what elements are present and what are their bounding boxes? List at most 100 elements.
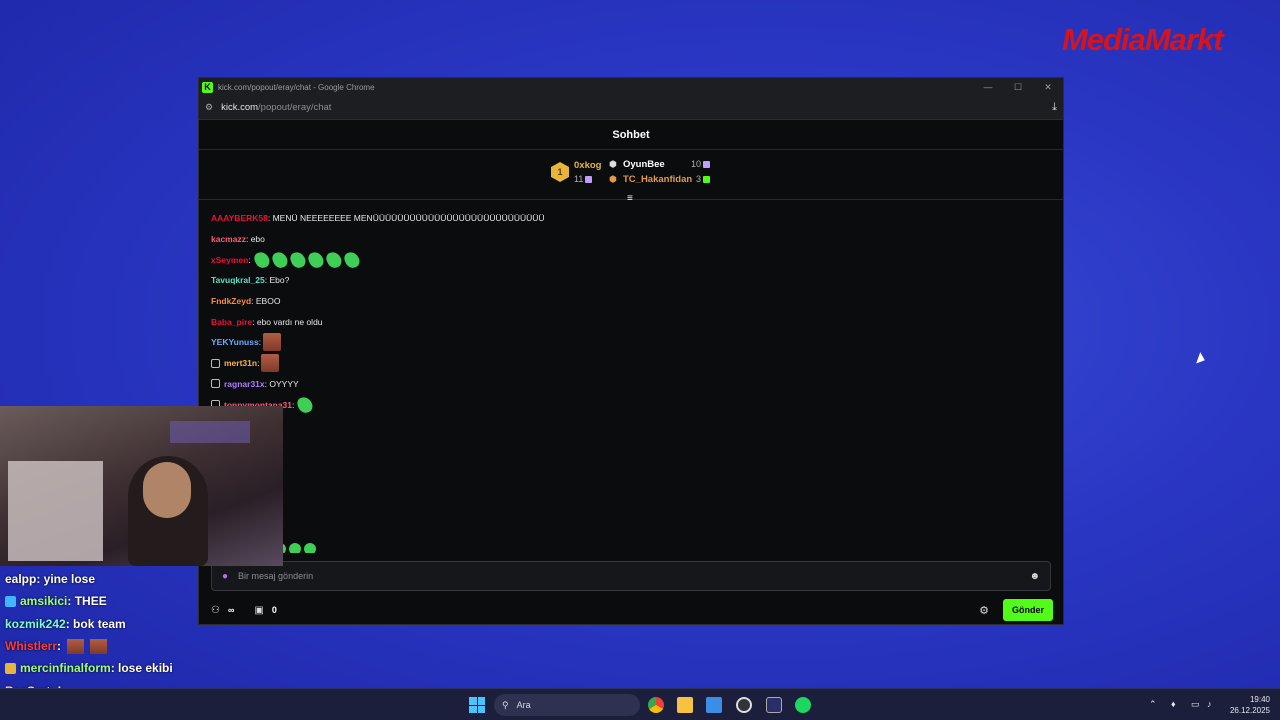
- search-label: Ara: [516, 700, 531, 710]
- overlay-chat-line: ealpp : yine lose: [0, 568, 260, 590]
- chat-username[interactable]: AAAYBERK58: [211, 213, 268, 223]
- chat-text: : ebo vardı ne oldu: [252, 316, 323, 327]
- face-emote-icon: [261, 354, 280, 373]
- chat-message: [211, 518, 1051, 539]
- chat-username[interactable]: kacmazz: [211, 234, 246, 244]
- leader-third-name[interactable]: TC_Hakanfidan: [623, 174, 692, 185]
- emoji-button-icon[interactable]: ☻: [1029, 571, 1040, 582]
- tray-expand-icon[interactable]: ⌃: [1149, 699, 1157, 710]
- windows-taskbar: ⚲ Ara ⌃ ♦ ▭ ♪ 19:40 26.12.2025: [0, 688, 1280, 720]
- gift-icon: [703, 161, 711, 169]
- chat-settings-icon[interactable]: ⚙: [979, 604, 989, 617]
- chat-username[interactable]: Tavuqkral_25: [211, 275, 265, 285]
- gift-icon: [585, 176, 593, 184]
- chat-message: YEKYunuss:: [211, 332, 1051, 353]
- overlay-chat-line: amsikici : THEE: [0, 590, 260, 612]
- chat-message: [211, 539, 1051, 553]
- second-place-icon: ⬢: [609, 159, 617, 169]
- pepe-emote-icon: [324, 249, 344, 270]
- send-button[interactable]: Gönder: [1002, 599, 1053, 621]
- leader-second-count: 10: [691, 159, 711, 169]
- chat-username[interactable]: mert31n: [224, 358, 257, 368]
- chrome-app-icon[interactable]: [648, 697, 664, 713]
- chat-username[interactable]: xSeymen: [211, 255, 248, 265]
- gift-icon: [703, 176, 711, 184]
- chat-text: :: [258, 337, 262, 348]
- browser-window: K kick.com/popout/eray/chat - Google Chr…: [198, 77, 1064, 625]
- address-bar[interactable]: ⚙ kick.com/popout/eray/chat ⤓: [199, 96, 1063, 120]
- overlay-text: : yine lose: [36, 572, 96, 587]
- window-title: kick.com/popout/eray/chat - Google Chrom…: [218, 82, 375, 92]
- chat-message: ragnar31x: OYYYY: [211, 374, 1051, 395]
- app-icon[interactable]: [766, 697, 782, 713]
- overlay-username: amsikici: [20, 594, 68, 609]
- site-settings-icon[interactable]: ⚙: [205, 102, 213, 113]
- close-button[interactable]: ✕: [1033, 82, 1063, 93]
- chat-message: tonnymontana31:: [211, 394, 1051, 415]
- chat-message: eam: [211, 456, 1051, 477]
- chat-text: : Ebo?: [264, 275, 290, 286]
- webcam-background: [8, 461, 103, 561]
- overlay-chat-line: kozmik242 : bok team: [0, 613, 260, 635]
- chat-message: xSeymen:: [211, 249, 1051, 270]
- blob-emote-icon: [289, 543, 301, 553]
- file-explorer-icon[interactable]: [677, 697, 693, 713]
- network-icon[interactable]: ▭: [1191, 699, 1200, 710]
- chat-message: Tavuqkral_25: Ebo?: [211, 270, 1051, 291]
- webcam-background: [170, 421, 250, 443]
- gift-count: 0: [271, 605, 277, 615]
- overlay-text: :: [57, 639, 62, 654]
- pepe-emote-icon: [252, 249, 272, 270]
- overlay-username: Whistlerr: [5, 639, 58, 654]
- chat-message: kacmazz: ebo: [211, 229, 1051, 250]
- download-icon[interactable]: ⤓: [1052, 101, 1057, 114]
- chat-message: rm: lose ekibi: [211, 498, 1051, 519]
- chat-username[interactable]: ragnar31x: [224, 379, 265, 389]
- url-text[interactable]: kick.com/popout/eray/chat: [221, 102, 331, 113]
- maximize-button[interactable]: ☐: [1003, 82, 1033, 93]
- blob-emote-icon: [304, 543, 316, 553]
- overlay-badge-icon: [5, 662, 16, 674]
- message-input[interactable]: ● Bir mesaj gönderin ☻: [211, 561, 1051, 591]
- leader-first-name[interactable]: 0xkog: [574, 160, 601, 171]
- photos-app-icon[interactable]: [706, 697, 722, 713]
- pepe-emote-icon: [288, 249, 308, 270]
- search-icon: ⚲: [502, 699, 509, 710]
- mouse-cursor-icon: [1196, 352, 1207, 366]
- chat-footer: ⚇ ∞ ▣ 0 ⚙ Gönder: [211, 598, 1053, 622]
- chat-text: : EBOO: [251, 296, 281, 307]
- pepe-emote-icon: [342, 249, 362, 270]
- chat-text: :: [248, 254, 251, 265]
- chat-username[interactable]: FndkZeyd: [211, 296, 251, 306]
- chat-username[interactable]: YEKYunuss: [211, 337, 259, 347]
- leader-second-name[interactable]: OyunBee: [623, 159, 665, 170]
- taskbar-search[interactable]: ⚲ Ara: [494, 694, 640, 716]
- chat-message-list[interactable]: AAAYBERK58: MENÜ NEEEEEEEE MENÜÜÜÜÜÜÜÜÜÜ…: [211, 208, 1051, 553]
- subscriber-badge-icon: [211, 379, 220, 389]
- chat-message: AAAYBERK58: MENÜ NEEEEEEEE MENÜÜÜÜÜÜÜÜÜÜ…: [211, 208, 1051, 229]
- minimize-button[interactable]: —: [973, 82, 1003, 93]
- chat-text: : ebo: [245, 234, 265, 245]
- chat-message: Baba_pire: ebo vardı ne oldu: [211, 311, 1051, 332]
- pepe-emote-icon: [270, 249, 290, 270]
- pinned-messages-icon[interactable]: ≡: [627, 193, 633, 204]
- pepe-emote-icon: [296, 394, 315, 415]
- leader-third-count: 3: [696, 174, 711, 184]
- webcam-overlay: [0, 406, 283, 566]
- start-button-icon[interactable]: [469, 697, 485, 713]
- overlay-text: : THEE: [67, 594, 107, 609]
- steam-app-icon[interactable]: [736, 697, 752, 713]
- face-emote-icon: [90, 638, 108, 654]
- title-bar: K kick.com/popout/eray/chat - Google Chr…: [199, 78, 1063, 96]
- overlay-username: kozmik242: [5, 616, 66, 631]
- overlay-badge-icon: [5, 595, 16, 607]
- first-place-medal-icon: 1: [551, 162, 569, 182]
- microphone-tray-icon[interactable]: ♦: [1171, 699, 1176, 709]
- spotify-app-icon[interactable]: [795, 697, 811, 713]
- face-emote-icon: [263, 333, 282, 352]
- face-emote-icon: [67, 638, 85, 654]
- clock[interactable]: 19:40 26.12.2025: [1224, 694, 1270, 716]
- overlay-text: : lose ekibi: [110, 661, 173, 676]
- chat-username[interactable]: Baba_pire: [211, 317, 252, 327]
- volume-icon[interactable]: ♪: [1207, 699, 1212, 709]
